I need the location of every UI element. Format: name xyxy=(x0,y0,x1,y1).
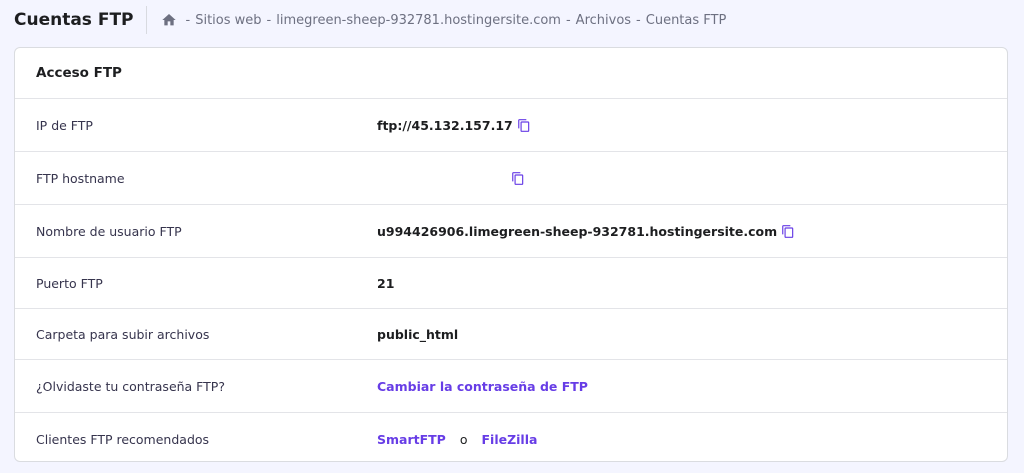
copy-icon[interactable] xyxy=(511,171,525,186)
smartftp-link[interactable]: SmartFTP xyxy=(377,432,446,447)
top-bar: Cuentas FTP - Sitios web - limegreen-she… xyxy=(0,0,1024,40)
upload-folder-label: Carpeta para subir archivos xyxy=(36,326,210,342)
breadcrumb: - Sitios web - limegreen-sheep-932781.ho… xyxy=(161,12,727,28)
row-ftp-ip: IP de FTP ftp://45.132.157.17 xyxy=(15,99,1007,152)
ftp-port-label: Puerto FTP xyxy=(36,275,103,291)
ftp-port-value: 21 xyxy=(377,275,395,291)
upload-folder-value: public_html xyxy=(377,326,459,342)
breadcrumb-item-websites[interactable]: Sitios web xyxy=(195,13,261,28)
row-ftp-hostname: FTP hostname xyxy=(15,152,1007,205)
home-icon[interactable] xyxy=(161,12,177,28)
ftp-username-label: Nombre de usuario FTP xyxy=(36,223,182,239)
ftp-username-value-group: u994426906.limegreen-sheep-932781.hostin… xyxy=(377,224,795,239)
title-divider xyxy=(145,6,147,34)
row-upload-folder: Carpeta para subir archivos public_html xyxy=(15,309,1007,360)
row-ftp-port: Puerto FTP 21 xyxy=(15,258,1007,309)
ftp-hostname-value-group xyxy=(507,171,525,186)
row-ftp-username: Nombre de usuario FTP u994426906.limegre… xyxy=(15,205,1007,258)
breadcrumb-separator: - xyxy=(565,12,571,28)
filezilla-link[interactable]: FileZilla xyxy=(482,432,538,447)
forgot-password-label: ¿Olvidaste tu contraseña FTP? xyxy=(36,378,225,394)
ftp-username-value: u994426906.limegreen-sheep-932781.hostin… xyxy=(377,223,778,239)
breadcrumb-item-site[interactable]: limegreen-sheep-932781.hostingersite.com xyxy=(276,13,561,28)
recommended-clients-value: SmartFTP o FileZilla xyxy=(377,432,537,447)
breadcrumb-item-files[interactable]: Archivos xyxy=(576,13,631,28)
row-forgot-password: ¿Olvidaste tu contraseña FTP? Cambiar la… xyxy=(15,360,1007,413)
breadcrumb-separator: - xyxy=(185,12,191,28)
breadcrumb-separator: - xyxy=(266,12,272,28)
recommended-clients-label: Clientes FTP recomendados xyxy=(36,432,210,447)
ftp-hostname-label: FTP hostname xyxy=(36,170,125,186)
ftp-ip-value-group: ftp://45.132.157.17 xyxy=(377,118,531,133)
change-password-link[interactable]: Cambiar la contraseña de FTP xyxy=(377,379,588,394)
ftp-access-card: Acceso FTP IP de FTP ftp://45.132.157.17… xyxy=(14,47,1008,462)
copy-icon[interactable] xyxy=(517,118,531,133)
page-title: Cuentas FTP xyxy=(14,10,134,30)
row-recommended-clients: Clientes FTP recomendados SmartFTP o Fil… xyxy=(15,413,1007,461)
breadcrumb-item-ftp-accounts: Cuentas FTP xyxy=(645,12,727,28)
breadcrumb-separator: - xyxy=(636,12,641,28)
card-title: Acceso FTP xyxy=(15,48,1007,99)
copy-icon[interactable] xyxy=(781,224,795,239)
or-text: o xyxy=(459,432,468,447)
ftp-ip-label: IP de FTP xyxy=(36,117,93,133)
forgot-password-value: Cambiar la contraseña de FTP xyxy=(377,379,588,394)
ftp-ip-value: ftp://45.132.157.17 xyxy=(377,117,513,133)
